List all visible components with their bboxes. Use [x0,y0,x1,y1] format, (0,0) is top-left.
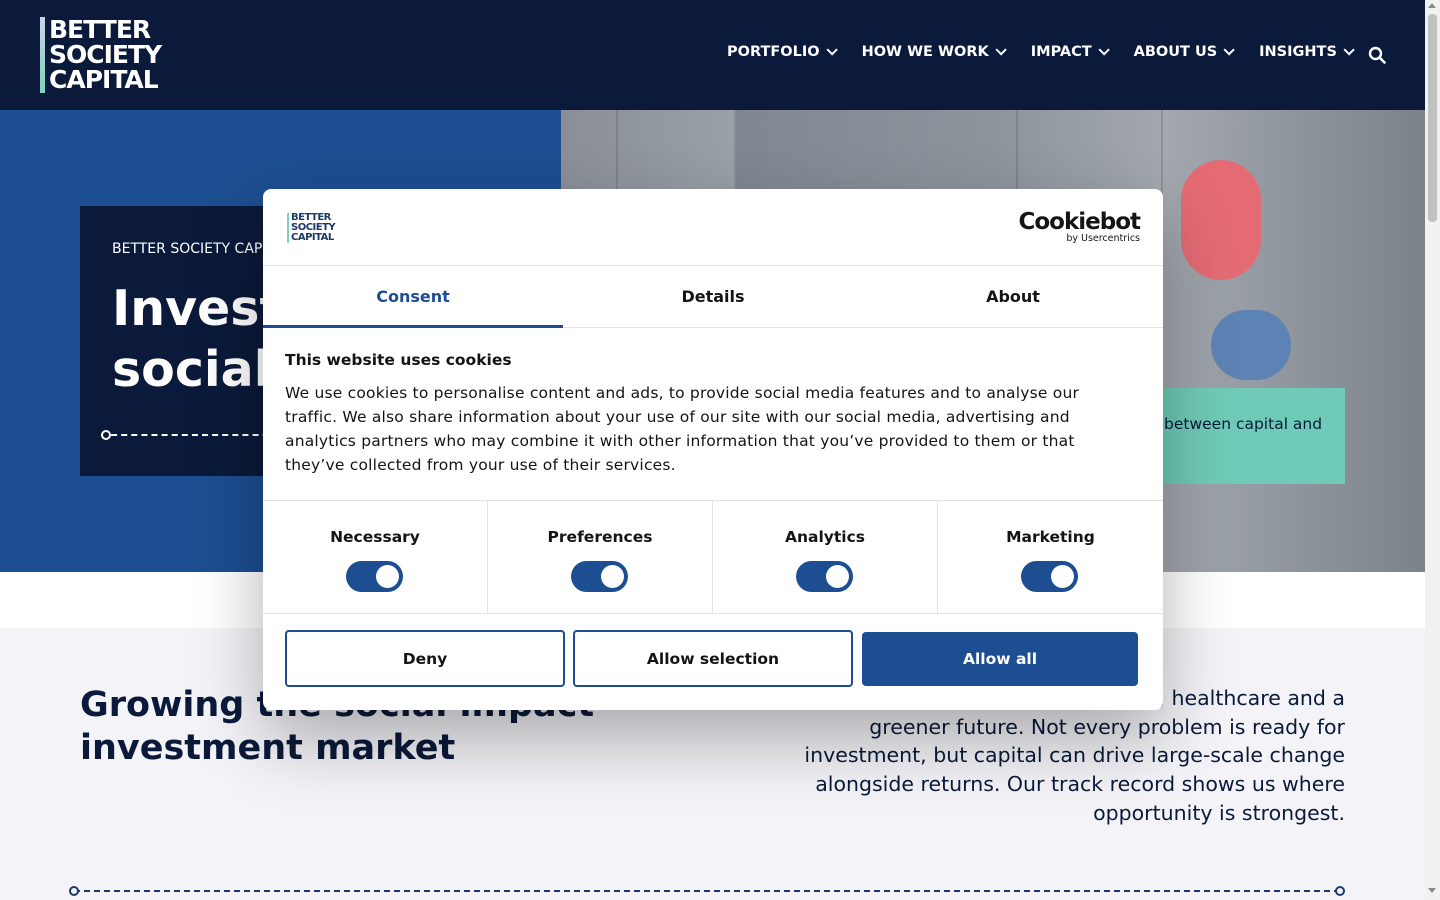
chevron-down-icon [995,44,1007,56]
toggle-knob [826,565,849,588]
dashed-divider [74,890,1340,892]
pref-necessary: Necessary [263,501,488,614]
nav-item-portfolio[interactable]: PORTFOLIO [727,44,838,60]
logo-bar [40,17,45,93]
divider-dot [101,430,111,440]
dialog-body: This website uses cookies We use cookies… [285,351,1135,477]
nav-item-label: INSIGHTS [1259,44,1337,60]
chevron-down-icon [1223,44,1235,56]
dialog-description: We use cookies to personalise content an… [285,384,1080,474]
search-icon[interactable] [1368,46,1386,64]
nav-item-label: ABOUT US [1133,44,1218,60]
dialog-tabs: Consent Details About [263,266,1163,328]
pref-label: Analytics [784,528,866,546]
person-figure [1211,310,1291,380]
necessary-toggle[interactable] [346,561,403,592]
pref-label: Preferences [547,528,653,546]
toggle-knob [376,565,399,588]
divider-dot [1335,886,1345,896]
logo-line: CAPITAL [291,232,334,243]
preferences-toggle[interactable] [571,561,628,592]
toggle-knob [1051,565,1074,588]
marketing-toggle[interactable] [1021,561,1078,592]
scrollbar-thumb[interactable] [1428,14,1437,222]
scroll-up-arrow-icon[interactable] [1428,3,1436,8]
dialog-header: BETTER SOCIETY CAPITAL Cookiebot by User… [263,189,1163,266]
better-society-capital-logo: BETTER SOCIETY CAPITAL [287,213,341,243]
better-society-capital-logo[interactable]: BETTER SOCIETY CAPITAL [40,17,180,95]
cookiebot-name: Cookiebot [1018,209,1141,235]
logo-text: BETTER SOCIETY CAPITAL [49,15,162,94]
pref-analytics: Analytics [713,501,938,614]
nav-item-impact[interactable]: IMPACT [1030,44,1110,60]
cookiebot-by: by Usercentrics [1066,233,1140,244]
pref-preferences: Preferences [488,501,713,614]
hero-title: Invest social [112,280,283,398]
logo-text: BETTER SOCIETY CAPITAL [291,213,336,243]
deny-button[interactable]: Deny [285,630,565,687]
dialog-heading: This website uses cookies [285,351,512,369]
main-nav: PORTFOLIO HOW WE WORK IMPACT ABOUT US IN… [727,44,1379,60]
cookiebot-logo[interactable]: Cookiebot by Usercentrics [1018,209,1141,244]
teal-card-text: between capital and [1164,415,1323,433]
logo-line: BETTER [49,15,151,44]
scroll-down-arrow-icon[interactable] [1428,888,1436,893]
nav-item-how-we-work[interactable]: HOW WE WORK [861,44,1007,60]
tab-consent[interactable]: Consent [263,266,563,328]
cookie-preferences: Necessary Preferences Analytics Marketin… [263,500,1163,614]
nav-item-label: IMPACT [1030,44,1092,60]
logo-line: CAPITAL [49,65,159,94]
pref-label: Necessary [330,528,420,546]
nav-item-label: HOW WE WORK [861,44,989,60]
site-header: BETTER SOCIETY CAPITAL PORTFOLIO HOW WE … [0,0,1425,110]
chevron-down-icon [826,44,838,56]
page-scrollbar[interactable] [1425,0,1440,900]
divider-dot [69,886,79,896]
person-figure [1181,160,1261,280]
tab-about[interactable]: About [863,266,1163,327]
toggle-knob [601,565,624,588]
cookie-consent-dialog: BETTER SOCIETY CAPITAL Cookiebot by User… [263,189,1163,710]
allow-selection-button[interactable]: Allow selection [573,630,853,687]
hero-teal-card: between capital and [1140,388,1345,484]
pref-marketing: Marketing [938,501,1163,614]
pref-label: Marketing [1006,528,1095,546]
logo-line: SOCIETY [49,40,162,69]
chevron-down-icon [1098,44,1110,56]
tab-details[interactable]: Details [563,266,863,327]
nav-item-about-us[interactable]: ABOUT US [1133,44,1235,60]
nav-item-label: PORTFOLIO [727,44,820,60]
nav-item-insights[interactable]: INSIGHTS [1259,44,1355,60]
chevron-down-icon [1343,44,1355,56]
logo-bar [287,213,289,243]
allow-all-button[interactable]: Allow all [862,632,1138,686]
analytics-toggle[interactable] [796,561,853,592]
